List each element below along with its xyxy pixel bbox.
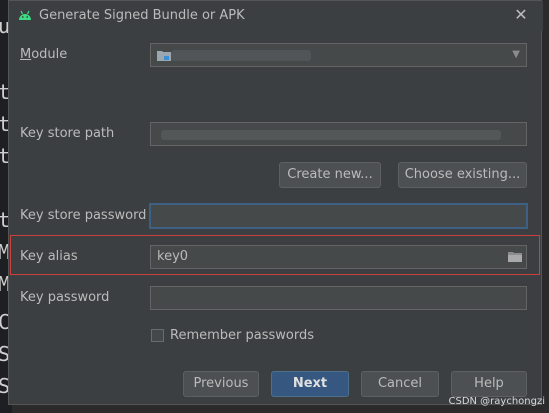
key-store-password-label: Key store password: [20, 208, 147, 223]
cancel-button[interactable]: Cancel: [361, 371, 439, 397]
cancel-label: Cancel: [377, 376, 423, 391]
key-password-field[interactable]: [150, 286, 527, 310]
create-new-label: Create new...: [287, 167, 373, 182]
remember-passwords-checkbox[interactable]: [151, 329, 164, 342]
key-store-path-blur: [161, 130, 501, 140]
create-new-button[interactable]: Create new...: [279, 162, 381, 188]
help-button[interactable]: Help: [451, 371, 527, 397]
help-label: Help: [474, 376, 504, 391]
previous-button[interactable]: Previous: [183, 371, 259, 397]
signed-bundle-dialog: Generate Signed Bundle or APK ✕ Module ▼…: [8, 0, 543, 405]
module-value-blur: [171, 50, 311, 61]
module-mnemonic: M: [20, 47, 32, 62]
watermark: CSDN @raychongzi: [448, 396, 545, 407]
module-label-rest: odule: [31, 47, 68, 62]
choose-existing-label: Choose existing...: [404, 167, 521, 182]
next-button[interactable]: Next: [271, 371, 349, 397]
close-icon[interactable]: ✕: [511, 5, 531, 25]
folder-icon[interactable]: [508, 250, 522, 262]
module-label: Module: [20, 47, 67, 62]
key-store-password-field[interactable]: [149, 203, 528, 229]
key-alias-value: key0: [157, 249, 189, 264]
key-password-label: Key password: [20, 290, 110, 305]
next-label: Next: [292, 376, 328, 391]
title-bar: Generate Signed Bundle or APK ✕: [9, 1, 543, 31]
choose-existing-button[interactable]: Choose existing...: [398, 162, 527, 188]
window-title: Generate Signed Bundle or APK: [39, 8, 245, 23]
previous-label: Previous: [193, 376, 249, 391]
folder-icon: [157, 51, 171, 61]
key-alias-label: Key alias: [20, 249, 78, 264]
module-select[interactable]: ▼: [150, 43, 527, 67]
android-icon: [19, 10, 31, 20]
remember-passwords-label[interactable]: Remember passwords: [170, 328, 314, 343]
key-store-path-field[interactable]: [150, 122, 527, 146]
key-alias-field[interactable]: key0: [150, 245, 527, 269]
chevron-down-icon: ▼: [512, 49, 520, 60]
key-store-path-label: Key store path: [20, 126, 115, 141]
